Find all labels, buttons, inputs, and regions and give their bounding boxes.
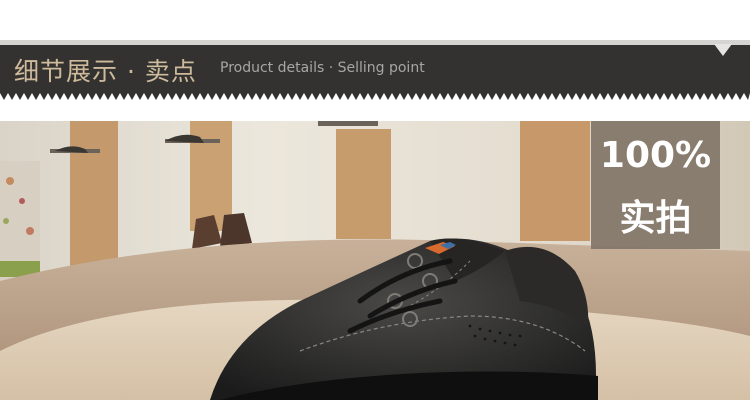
section-subtitle: Product details · Selling point [220, 60, 425, 76]
badge-percentage: 100% [599, 135, 712, 176]
real-photo-badge: 100% 实拍 [591, 121, 720, 249]
zigzag-edge [0, 93, 750, 100]
section-title: 细节展示 · 卖点 [14, 57, 197, 86]
badge-label: 实拍 [619, 198, 692, 239]
top-spacer [0, 0, 750, 40]
down-triangle-notch-icon [714, 44, 732, 56]
